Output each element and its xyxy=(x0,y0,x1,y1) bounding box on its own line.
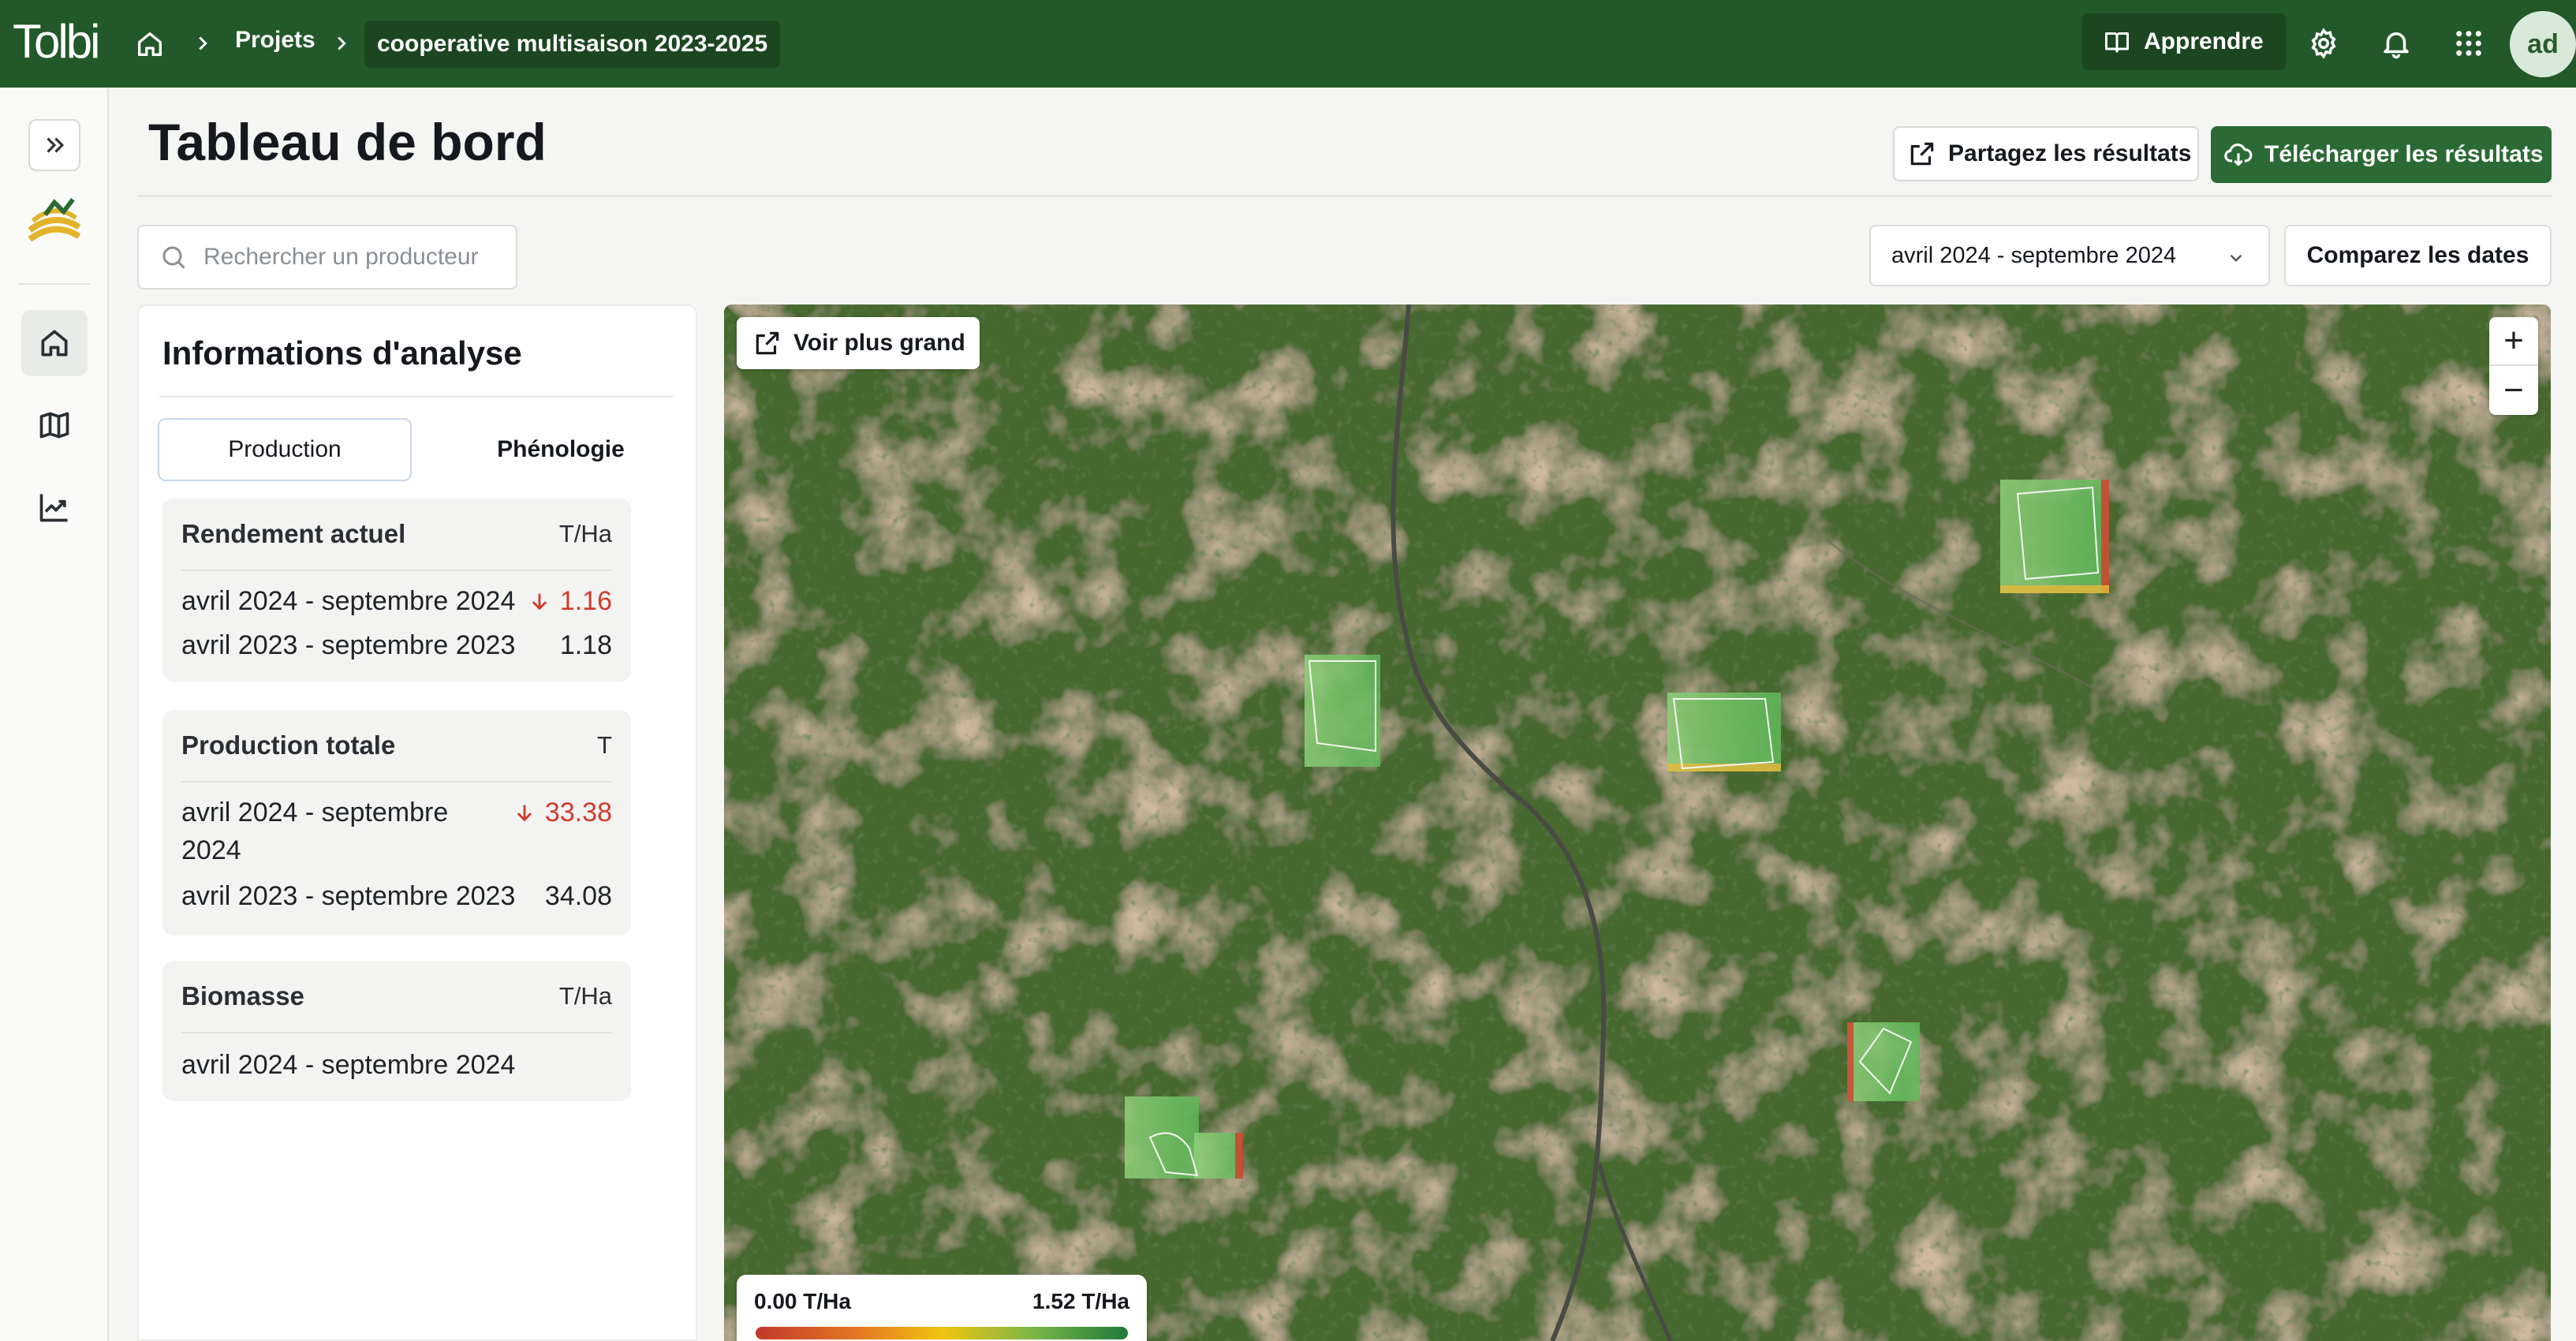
card-unit: T xyxy=(597,731,612,759)
card-title: Biomasse xyxy=(181,981,304,1010)
search-icon xyxy=(162,246,185,269)
header-divider xyxy=(137,195,2552,197)
date-range-select[interactable]: avril 2024 - septembre 2024 xyxy=(1869,225,2270,286)
notification-bell-icon[interactable] xyxy=(2380,27,2413,60)
project-logo-icon xyxy=(28,197,81,242)
card-unit: T/Ha xyxy=(558,982,612,1010)
download-results-button[interactable]: Télécharger les résultats xyxy=(2211,126,2552,183)
current-yield-card: Rendement actuel T/Ha avril 2024 - septe… xyxy=(162,499,631,682)
tolbi-logo[interactable]: Tolbi xyxy=(13,14,100,69)
user-avatar[interactable]: ad xyxy=(2510,11,2576,77)
home-icon[interactable] xyxy=(134,28,166,60)
satellite-imagery xyxy=(724,304,2551,1341)
analysis-panel: Informations d'analyse Production Phénol… xyxy=(137,304,697,1341)
arrow-down-icon xyxy=(517,805,532,822)
chevron-down-icon xyxy=(2230,254,2242,262)
card-row: avril 2023 - septembre 2023 34.08 xyxy=(181,877,612,915)
card-row: avril 2024 - septembre 2024 33.38 xyxy=(181,794,612,869)
sidebar-item-dashboard[interactable] xyxy=(21,310,88,376)
zoom-out-button[interactable]: − xyxy=(2489,366,2538,415)
period-label: avril 2023 - septembre 2023 xyxy=(181,881,516,911)
period-label: avril 2024 - septembre 2024 xyxy=(181,798,449,865)
producer-search-box[interactable] xyxy=(137,225,517,289)
tab-phenology[interactable]: Phénologie xyxy=(434,418,688,481)
total-production-card: Production totale T avril 2024 - septemb… xyxy=(162,710,631,936)
field-parcel[interactable] xyxy=(2000,480,2109,593)
expand-map-label: Voir plus grand xyxy=(793,330,965,356)
learn-button[interactable]: Apprendre xyxy=(2082,13,2286,70)
card-row: avril 2024 - septembre 2024 1.16 xyxy=(181,582,612,620)
map-zoom-controls: + − xyxy=(2489,317,2538,415)
book-open-icon xyxy=(2105,32,2129,53)
chevron-right-icon xyxy=(199,36,207,50)
card-title: Production totale xyxy=(181,730,396,760)
field-parcel[interactable] xyxy=(1667,693,1781,771)
trending-chart-icon xyxy=(39,494,68,522)
satellite-map[interactable]: Voir plus grand + − 0.00 T/Ha 1.52 T/Ha xyxy=(724,304,2551,1341)
external-link-icon xyxy=(756,331,779,355)
arrow-down-icon xyxy=(532,593,547,611)
value: 1.18 xyxy=(559,630,612,660)
value: 34.08 xyxy=(544,881,612,911)
legend-color-scale xyxy=(756,1327,1128,1339)
value: 33.38 xyxy=(544,798,612,827)
card-unit: T/Ha xyxy=(558,520,612,547)
cloud-download-icon xyxy=(2224,143,2253,166)
legend-max-value: 1.52 T/Ha xyxy=(1032,1289,1129,1313)
external-link-icon xyxy=(1910,142,1934,166)
settings-gear-icon[interactable] xyxy=(2307,27,2340,60)
learn-button-label: Apprendre xyxy=(2144,28,2264,54)
period-label: avril 2024 - septembre 2024 xyxy=(181,586,516,616)
card-row: avril 2024 - septembre 2024 xyxy=(181,1046,612,1084)
analysis-panel-title: Informations d'analyse xyxy=(162,334,522,372)
top-navigation-bar: Tolbi Projets cooperative multisaison 20… xyxy=(0,0,2576,88)
tab-production[interactable]: Production xyxy=(158,418,412,481)
expand-sidebar-button[interactable] xyxy=(28,119,80,171)
producer-search-input[interactable] xyxy=(203,244,503,271)
share-results-label: Partagez les résultats xyxy=(1948,140,2192,166)
chevrons-right-icon xyxy=(47,137,65,153)
legend-min-value: 0.00 T/Ha xyxy=(754,1289,851,1313)
biomass-card: Biomasse T/Ha avril 2024 - septembre 202… xyxy=(162,961,631,1101)
breadcrumb-current-project[interactable]: cooperative multisaison 2023-2025 xyxy=(364,21,781,68)
sidebar-divider xyxy=(19,283,90,285)
field-parcel[interactable] xyxy=(1305,655,1380,767)
field-parcel[interactable] xyxy=(1847,1022,1920,1101)
period-label: avril 2024 - septembre 2024 xyxy=(181,1050,516,1080)
zoom-in-button[interactable]: + xyxy=(2489,317,2538,366)
page-title: Tableau de bord xyxy=(148,113,547,171)
left-sidebar xyxy=(0,88,109,1341)
compare-dates-button[interactable]: Comparez les dates xyxy=(2284,225,2552,286)
share-results-button[interactable]: Partagez les résultats xyxy=(1893,126,2199,181)
expand-map-button[interactable]: Voir plus grand xyxy=(737,317,980,369)
chevron-right-icon xyxy=(338,36,346,50)
apps-grid-icon[interactable] xyxy=(2452,27,2485,60)
map-icon xyxy=(39,412,69,439)
date-range-value: avril 2024 - septembre 2024 xyxy=(1891,242,2177,268)
period-label: avril 2023 - septembre 2023 xyxy=(181,630,516,660)
download-results-label: Télécharger les résultats xyxy=(2264,141,2544,167)
yield-legend: 0.00 T/Ha 1.52 T/Ha xyxy=(737,1275,1147,1341)
sidebar-item-analytics[interactable] xyxy=(21,474,88,540)
value: 1.16 xyxy=(559,586,612,616)
panel-divider xyxy=(159,396,674,398)
sidebar-item-map[interactable] xyxy=(21,392,88,458)
home-icon xyxy=(41,330,68,357)
card-title: Rendement actuel xyxy=(181,519,406,548)
card-row: avril 2023 - septembre 2023 1.18 xyxy=(181,626,612,664)
breadcrumb-projects-link[interactable]: Projets xyxy=(235,27,315,54)
